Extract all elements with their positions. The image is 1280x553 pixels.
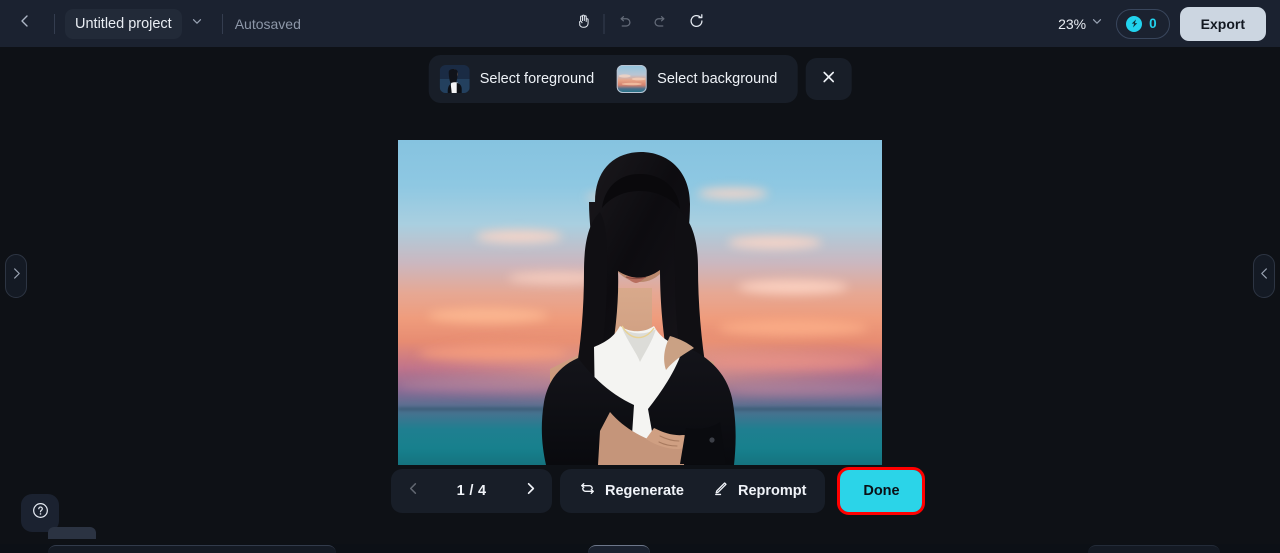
export-button[interactable]: Export [1179,6,1266,41]
divider-after-back [54,13,55,34]
previous-variant-button[interactable] [397,475,429,507]
refresh-icon [688,12,706,35]
select-background-label: Select background [657,71,778,87]
person-subject [541,152,736,465]
credits-badge[interactable]: 0 [1116,8,1170,39]
autosaved-status: Autosaved [234,15,301,32]
project-name[interactable]: Untitled project [65,8,182,39]
chevron-down-icon [190,14,204,33]
page-indicator: 1 / 4 [456,483,487,499]
reprompt-label: Reprompt [737,483,807,499]
chevron-down-icon [1090,14,1104,33]
chevron-left-icon [406,481,421,501]
regenerate-button[interactable]: Regenerate [566,473,697,509]
bottom-panel-tab[interactable] [48,527,96,539]
selection-segment-group: Select foreground Select background [428,55,798,103]
project-dropdown-button[interactable] [184,11,210,37]
back-button[interactable] [8,7,42,41]
left-panel-handle[interactable] [5,254,27,298]
selection-toolbar: Select foreground Select background [428,55,852,103]
reprompt-button[interactable]: Reprompt [699,473,819,509]
top-bar: Untitled project Autosaved 23% 0 Export [0,0,1280,47]
close-icon [820,69,836,90]
undo-icon [616,12,634,35]
chevron-right-icon [523,481,538,501]
top-bar-right: 23% 0 Export [1052,0,1266,47]
regenerate-label: Regenerate [605,483,684,499]
action-group: Regenerate Reprompt [560,469,826,513]
app-root: Untitled project Autosaved 23% 0 Export … [0,0,1280,553]
pencil-icon [712,480,729,502]
generation-controls: 1 / 4 Regenerate Reprompt Done [391,467,926,515]
chevron-right-icon [11,267,22,285]
hand-tool-button[interactable] [568,8,600,40]
canvas-image[interactable] [398,140,882,465]
chevron-left-icon [1259,267,1270,285]
tools-divider [603,13,605,34]
question-circle-icon [31,501,50,525]
page-navigator: 1 / 4 [391,469,552,513]
done-button[interactable]: Done [840,470,923,512]
divider-after-project [221,13,223,34]
refresh-button[interactable] [681,8,713,40]
select-foreground-button[interactable]: Select foreground [435,61,608,97]
credits-count: 0 [1149,16,1157,31]
refresh-cycle-icon [579,480,596,502]
right-panel-handle[interactable] [1253,254,1275,298]
redo-button[interactable] [645,8,677,40]
canvas-tools [568,8,713,40]
person-thumbnail [439,65,470,93]
zoom-level: 23% [1058,15,1087,32]
select-background-button[interactable]: Select background [612,61,791,97]
sunset-sky-thumbnail [617,65,648,93]
hand-icon [575,13,592,35]
bottom-panel-left-peek[interactable] [48,545,336,553]
redo-icon [652,12,670,35]
credit-coin-icon [1126,15,1143,32]
undo-button[interactable] [609,8,641,40]
bottom-panel-right-peek[interactable] [1088,545,1220,553]
zoom-control[interactable]: 23% [1052,10,1106,37]
project-chip: Untitled project [65,8,210,39]
bottom-panel-center-peek[interactable] [588,545,650,553]
next-variant-button[interactable] [514,475,546,507]
close-selection-toolbar-button[interactable] [805,58,852,100]
done-button-highlight: Done [837,467,926,515]
select-foreground-label: Select foreground [479,71,595,87]
chevron-left-icon [17,13,33,34]
